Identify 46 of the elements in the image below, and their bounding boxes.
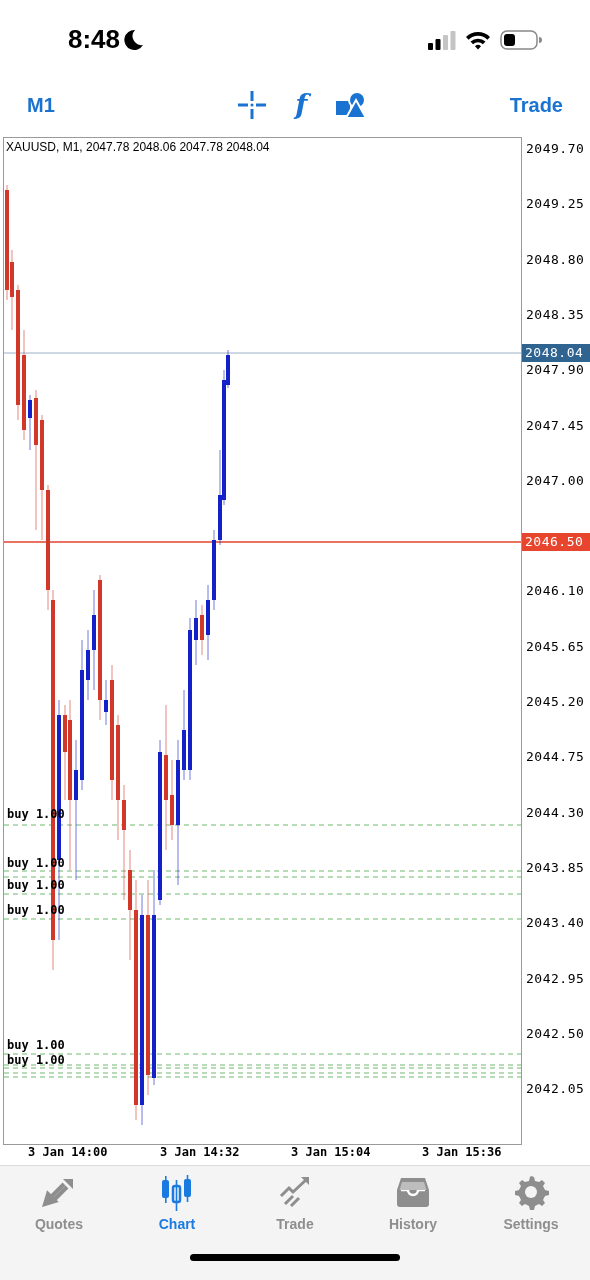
tab[interactable]: Trade bbox=[236, 1174, 354, 1232]
price-label: 2042.05 bbox=[526, 1080, 585, 1099]
tab[interactable]: History bbox=[354, 1174, 472, 1232]
tab[interactable]: Chart bbox=[118, 1174, 236, 1232]
price-label: 2048.35 bbox=[526, 305, 585, 324]
price-label: 2044.75 bbox=[526, 748, 585, 767]
trade-button[interactable]: Trade bbox=[506, 91, 566, 119]
candle bbox=[104, 679, 108, 726]
price-label: 2042.50 bbox=[526, 1024, 585, 1043]
clock-time: 8:48 bbox=[68, 24, 121, 55]
gear-icon bbox=[513, 1174, 549, 1212]
price-label: 2043.40 bbox=[526, 914, 585, 933]
price-label: 2049.70 bbox=[526, 140, 585, 158]
signal-icon bbox=[428, 29, 456, 50]
candle bbox=[86, 629, 90, 701]
bid-price-tag: 2048.04 bbox=[522, 344, 590, 362]
candle bbox=[200, 604, 204, 656]
price-label: 2049.25 bbox=[526, 195, 585, 214]
timeframe-button[interactable]: M1 bbox=[24, 91, 58, 119]
price-label: 2042.95 bbox=[526, 969, 585, 988]
time-label: 3 Jan 14:32 bbox=[160, 1144, 240, 1160]
moon-icon bbox=[122, 27, 145, 52]
price-label: 2047.00 bbox=[526, 471, 585, 490]
price-label: 2047.45 bbox=[526, 416, 585, 435]
time-label: 3 Jan 15:04 bbox=[291, 1144, 371, 1160]
candle bbox=[28, 394, 32, 451]
indicators-button[interactable]: f bbox=[291, 90, 312, 120]
candle bbox=[194, 599, 198, 666]
time-label: 3 Jan 14:00 bbox=[28, 1144, 108, 1160]
price-label: 2046.10 bbox=[526, 582, 585, 601]
order-label: buy 1.00 bbox=[7, 1039, 65, 1052]
price-label: 2048.80 bbox=[526, 250, 585, 269]
price-label: 2047.90 bbox=[526, 361, 585, 380]
price-label: 2045.65 bbox=[526, 637, 585, 656]
order-label: buy 1.00 bbox=[7, 1054, 65, 1067]
time-label: 3 Jan 15:36 bbox=[422, 1144, 502, 1160]
price-label: 2044.30 bbox=[526, 803, 585, 822]
crosshair-icon[interactable] bbox=[237, 90, 268, 120]
tab[interactable]: Quotes bbox=[0, 1174, 118, 1232]
level-price-tag: 2046.50 bbox=[522, 533, 590, 551]
shapes-icon[interactable] bbox=[335, 90, 368, 120]
price-label: 2045.20 bbox=[526, 693, 585, 711]
price-label: 2043.85 bbox=[526, 858, 585, 877]
battery-icon bbox=[500, 28, 542, 51]
chart-title: XAUUSD, M1, 2047.78 2048.06 2047.78 2048.04 bbox=[6, 140, 270, 154]
tab[interactable]: Settings bbox=[472, 1174, 590, 1232]
